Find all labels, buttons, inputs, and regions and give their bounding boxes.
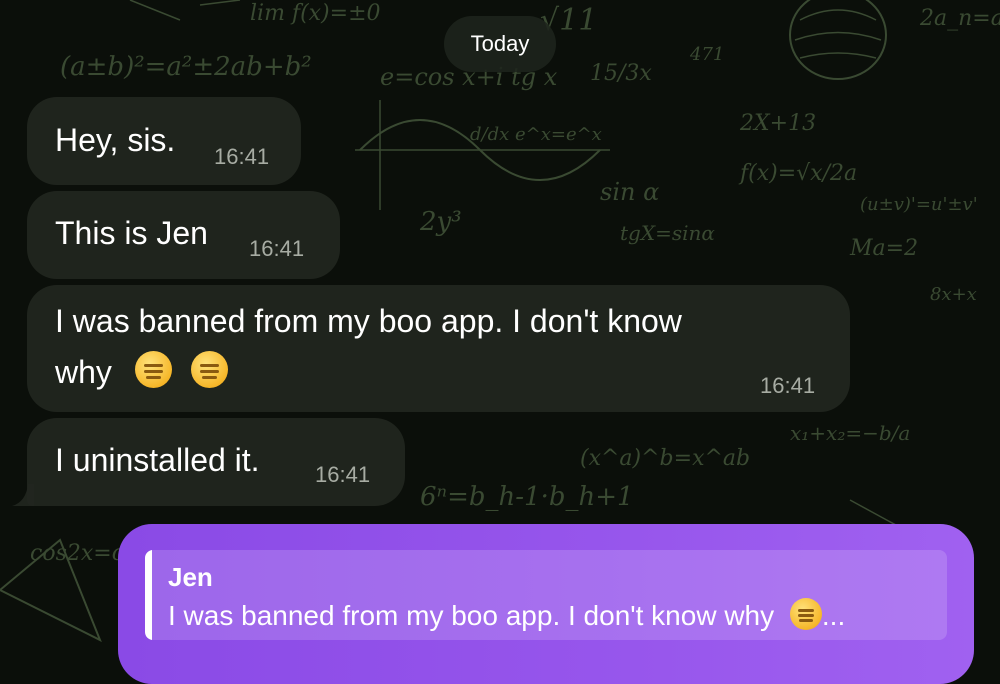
reply-quote-ellipsis: ... bbox=[821, 600, 846, 631]
message-text-line1: I was banned from my boo app. I don't kn… bbox=[55, 303, 682, 339]
math-doodle-text: 15/3x bbox=[590, 61, 652, 86]
math-doodle-text: lim f(x)=±0 bbox=[250, 1, 381, 26]
math-doodle-text: (x^a)^b=x^ab bbox=[580, 446, 750, 471]
math-doodle-text: 2y³ bbox=[419, 207, 462, 237]
reply-preview[interactable]: Jen I was banned from my boo app. I don'… bbox=[145, 550, 947, 640]
math-doodle-text: f(x)=√x/2a bbox=[738, 161, 857, 186]
message-text: I uninstalled it. bbox=[55, 442, 260, 478]
message-timestamp: 16:41 bbox=[249, 236, 305, 261]
message-text: Hey, sis. bbox=[55, 122, 176, 158]
math-doodle-text: (u±v)'=u'±v' bbox=[860, 194, 978, 215]
message-text: This is Jen bbox=[55, 215, 208, 251]
message-timestamp: 16:41 bbox=[760, 373, 816, 398]
math-doodle-text: 2a_n=a_n-1+a_n+1 bbox=[919, 6, 1000, 31]
math-doodle-text: d/dx e^x=e^x bbox=[470, 124, 602, 145]
reply-sender-name: Jen bbox=[168, 562, 213, 592]
expressionless-face-emoji-icon bbox=[190, 351, 228, 388]
incoming-message-bubble[interactable]: I uninstalled it. 16:41 bbox=[27, 418, 405, 506]
math-doodle-text: sin α bbox=[600, 178, 659, 206]
math-doodle-text: (a±b)²=a²±2ab+b² bbox=[60, 52, 312, 82]
message-timestamp: 16:41 bbox=[214, 144, 270, 169]
math-doodle-text: 2X+13 bbox=[739, 111, 816, 136]
date-separator: Today bbox=[444, 16, 556, 72]
incoming-message-bubble[interactable]: Hey, sis. 16:41 bbox=[27, 97, 301, 185]
expressionless-face-emoji-icon bbox=[789, 598, 822, 630]
expressionless-face-emoji-icon bbox=[134, 351, 172, 388]
bubble-tail-icon bbox=[12, 484, 34, 506]
math-doodle-text: Ma=2 bbox=[849, 236, 918, 261]
message-text-line2-word: why bbox=[55, 354, 112, 390]
incoming-message-bubble[interactable]: I was banned from my boo app. I don't kn… bbox=[27, 285, 850, 412]
incoming-message-bubble[interactable]: This is Jen 16:41 bbox=[27, 191, 340, 279]
reply-accent-bar bbox=[145, 550, 152, 640]
math-doodle-text: x₁+x₂=−b/a bbox=[790, 421, 910, 445]
math-doodle-text: 6ⁿ=b_h-1·b_h+1 bbox=[420, 482, 634, 512]
math-doodle-text: tgX=sinα bbox=[620, 221, 715, 245]
message-timestamp: 16:41 bbox=[315, 462, 371, 487]
reply-quote-text: I was banned from my boo app. I don't kn… bbox=[168, 598, 845, 632]
message-text-line2: why bbox=[55, 346, 228, 398]
reply-quote-body: I was banned from my boo app. I don't kn… bbox=[168, 600, 775, 631]
math-doodle-text: 471 bbox=[689, 44, 724, 65]
math-doodle-text: 8x+x bbox=[930, 284, 977, 305]
